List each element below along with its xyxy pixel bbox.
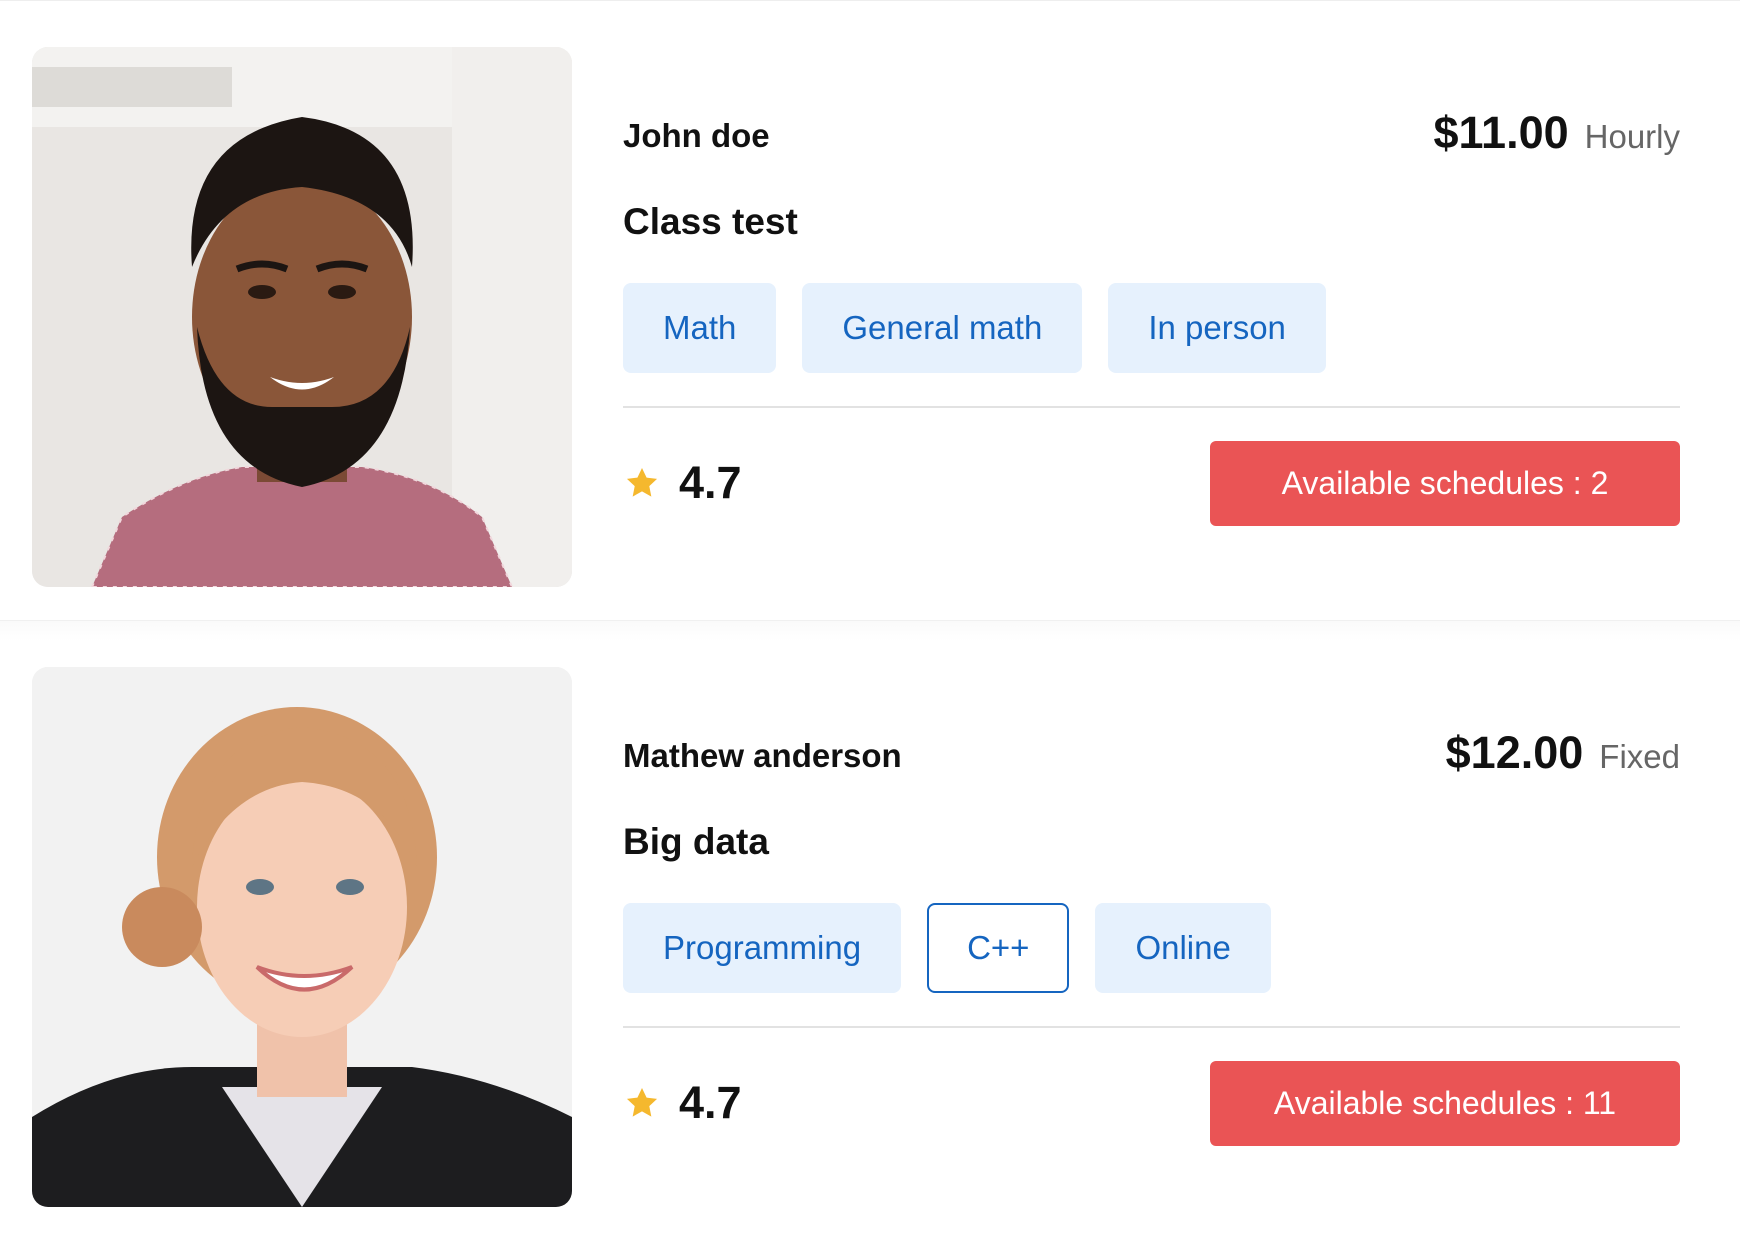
price-amount: $11.00	[1433, 107, 1569, 158]
star-icon	[623, 1084, 661, 1122]
price-amount: $12.00	[1445, 727, 1584, 778]
tutor-avatar	[32, 667, 572, 1207]
tutor-card[interactable]: John doe $11.00 Hourly Class test Math G…	[0, 0, 1740, 620]
tag-mode[interactable]: In person	[1108, 283, 1326, 373]
card-divider	[623, 406, 1680, 408]
available-schedules-button[interactable]: Available schedules : 2	[1210, 441, 1680, 526]
tag-list: Programming C++ Online	[623, 903, 1271, 993]
tag-topic[interactable]: C++	[927, 903, 1070, 993]
card-divider	[623, 1026, 1680, 1028]
star-icon	[623, 464, 661, 502]
course-title: Class test	[623, 201, 798, 242]
tutor-price: $12.00 Fixed	[1446, 727, 1680, 779]
tag-subject[interactable]: Programming	[623, 903, 902, 993]
tutor-name: Mathew anderson	[623, 737, 902, 774]
price-type: Fixed	[1599, 738, 1680, 775]
course-title: Big data	[623, 821, 769, 862]
tag-mode[interactable]: Online	[1095, 903, 1271, 993]
tutor-rating: 4.7	[623, 1077, 742, 1129]
tutor-list: John doe $11.00 Hourly Class test Math G…	[0, 0, 1740, 1236]
rating-value: 4.7	[679, 457, 742, 508]
tutor-card[interactable]: Mathew anderson $12.00 Fixed Big data Pr…	[0, 620, 1740, 1236]
price-type: Hourly	[1584, 118, 1680, 155]
tag-topic[interactable]: General math	[802, 283, 1083, 373]
tutor-avatar	[32, 47, 572, 587]
tutor-price: $11.00 Hourly	[1433, 107, 1680, 159]
tag-list: Math General math In person	[623, 283, 1326, 373]
rating-value: 4.7	[679, 1077, 742, 1128]
tutor-name: John doe	[623, 117, 770, 154]
tutor-rating: 4.7	[623, 457, 742, 509]
tag-subject[interactable]: Math	[623, 283, 777, 373]
available-schedules-button[interactable]: Available schedules : 11	[1210, 1061, 1680, 1146]
